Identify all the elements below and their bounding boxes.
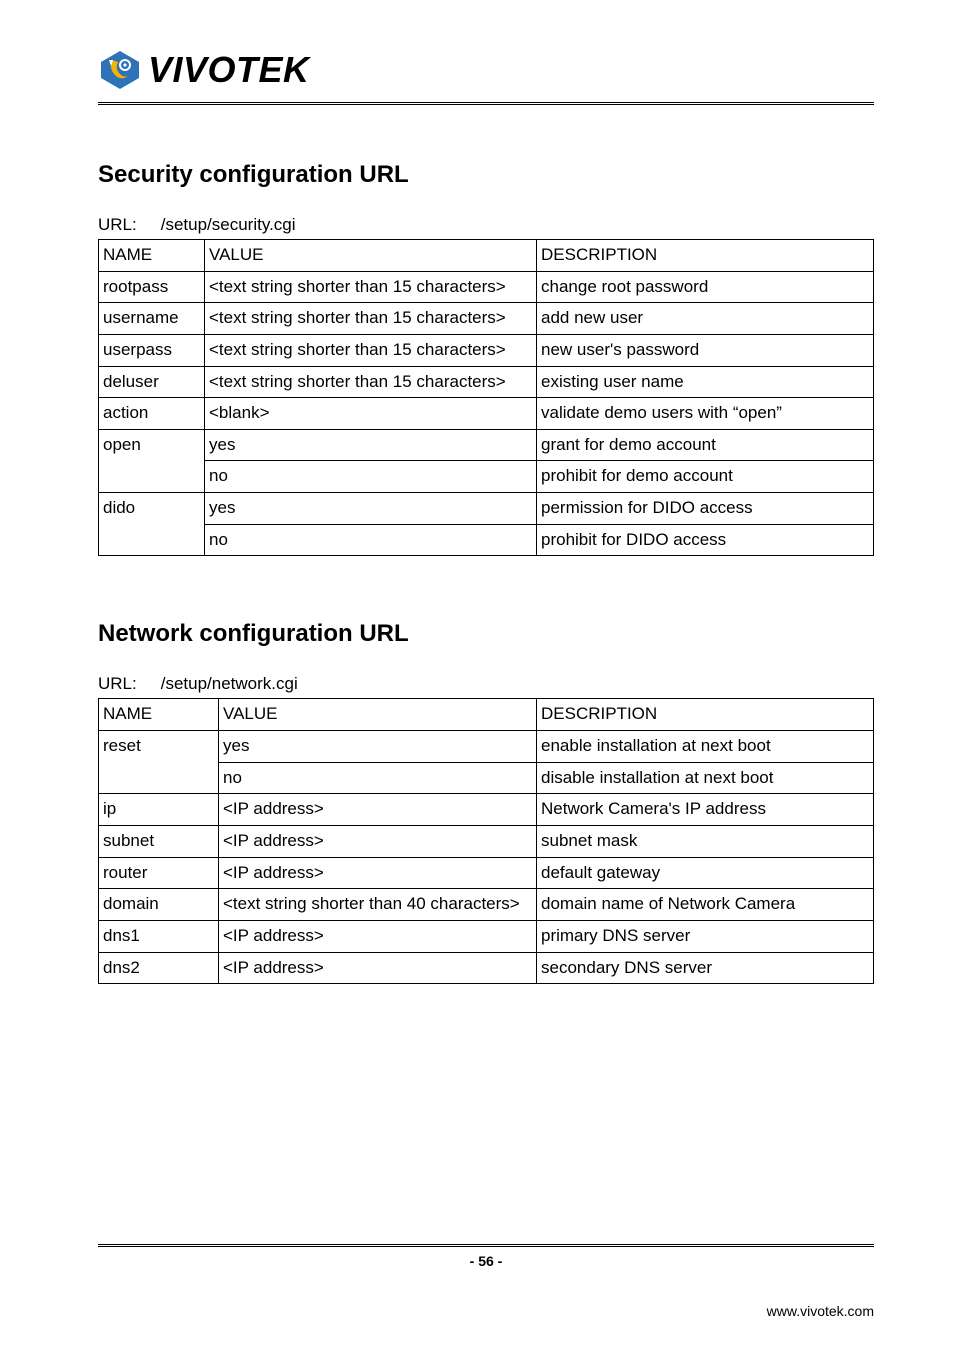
col-value: VALUE bbox=[205, 240, 537, 272]
table-row: deluser <text string shorter than 15 cha… bbox=[99, 366, 874, 398]
col-name: NAME bbox=[99, 240, 205, 272]
table-row: dido yes permission for DIDO access bbox=[99, 493, 874, 525]
table-row: username <text string shorter than 15 ch… bbox=[99, 303, 874, 335]
table-row: open yes grant for demo account bbox=[99, 429, 874, 461]
table-row: router <IP address> default gateway bbox=[99, 857, 874, 889]
network-table: NAME VALUE DESCRIPTION reset yes enable … bbox=[98, 698, 874, 984]
url-value: /setup/security.cgi bbox=[161, 215, 296, 234]
table-header-row: NAME VALUE DESCRIPTION bbox=[99, 240, 874, 272]
network-url-line: URL: /setup/network.cgi bbox=[98, 674, 874, 694]
url-value: /setup/network.cgi bbox=[161, 674, 298, 693]
table-row: userpass <text string shorter than 15 ch… bbox=[99, 334, 874, 366]
table-row: rootpass <text string shorter than 15 ch… bbox=[99, 271, 874, 303]
brand-mark-icon bbox=[98, 48, 142, 92]
table-row: dns2 <IP address> secondary DNS server bbox=[99, 952, 874, 984]
table-row: domain <text string shorter than 40 char… bbox=[99, 889, 874, 921]
table-row: subnet <IP address> subnet mask bbox=[99, 825, 874, 857]
table-row: no prohibit for demo account bbox=[99, 461, 874, 493]
section-heading-network: Network configuration URL bbox=[98, 620, 874, 648]
header-divider bbox=[98, 102, 874, 105]
col-desc: DESCRIPTION bbox=[537, 240, 874, 272]
section-heading-security: Security configuration URL bbox=[98, 161, 874, 189]
table-row: action <blank> validate demo users with … bbox=[99, 398, 874, 430]
table-header-row: NAME VALUE DESCRIPTION bbox=[99, 699, 874, 731]
footer-site: www.vivotek.com bbox=[98, 1303, 874, 1319]
table-row: dns1 <IP address> primary DNS server bbox=[99, 920, 874, 952]
page-footer: - 56 - www.vivotek.com bbox=[0, 1244, 954, 1351]
security-table: NAME VALUE DESCRIPTION rootpass <text st… bbox=[98, 239, 874, 556]
url-label: URL: bbox=[98, 215, 156, 235]
brand-logo: VIVOTEK bbox=[98, 48, 874, 92]
brand-name: VIVOTEK bbox=[148, 49, 310, 91]
col-name: NAME bbox=[99, 699, 219, 731]
table-row: no prohibit for DIDO access bbox=[99, 524, 874, 556]
url-label: URL: bbox=[98, 674, 156, 694]
page-number: - 56 - bbox=[98, 1253, 874, 1269]
table-row: reset yes enable installation at next bo… bbox=[99, 731, 874, 763]
col-desc: DESCRIPTION bbox=[537, 699, 874, 731]
footer-divider bbox=[98, 1244, 874, 1247]
col-value: VALUE bbox=[219, 699, 537, 731]
security-url-line: URL: /setup/security.cgi bbox=[98, 215, 874, 235]
table-row: no disable installation at next boot bbox=[99, 762, 874, 794]
table-row: ip <IP address> Network Camera's IP addr… bbox=[99, 794, 874, 826]
